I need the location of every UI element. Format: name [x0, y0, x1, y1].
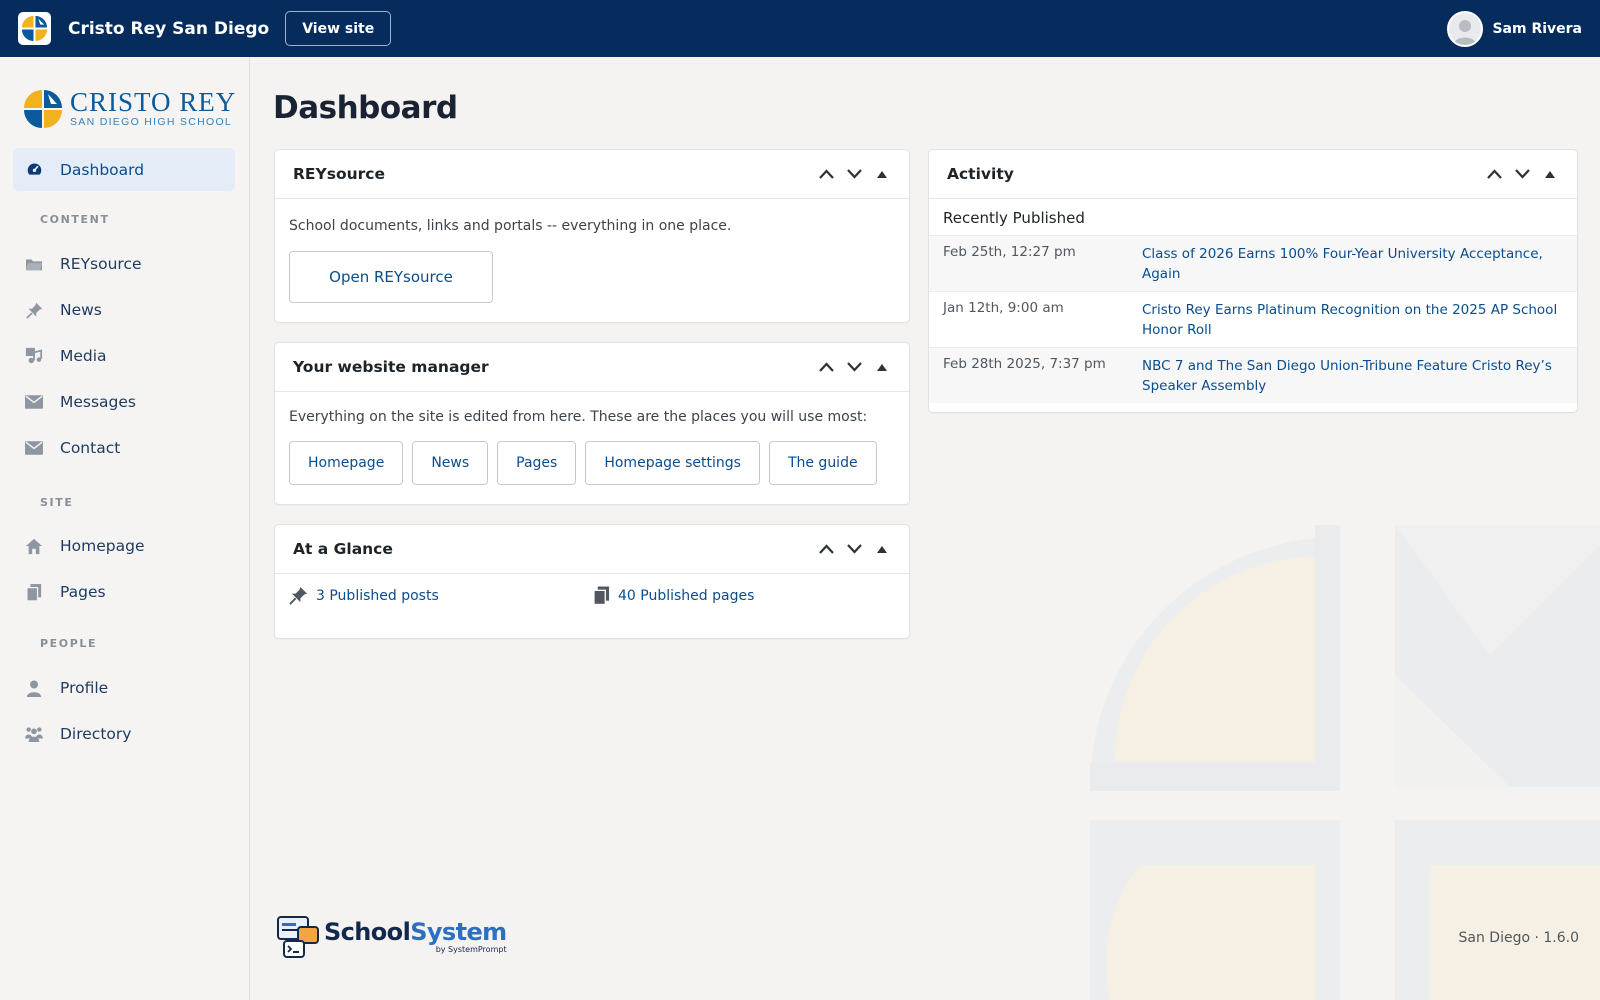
activity-post-link[interactable]: NBC 7 and The San Diego Union-Tribune Fe…: [1142, 356, 1563, 396]
guide-button[interactable]: The guide: [768, 441, 877, 485]
widget-title: Your website manager: [293, 358, 489, 376]
background-watermark: [1090, 525, 1600, 1000]
home-icon: [25, 537, 43, 555]
sidebar-item-label: REYsource: [60, 255, 142, 273]
pages-icon: [25, 583, 43, 601]
brand-subtitle: SAN DIEGO HIGH SCHOOL: [70, 116, 233, 129]
section-label-content: CONTENT: [40, 213, 110, 226]
homepage-settings-button[interactable]: Homepage settings: [585, 441, 760, 485]
move-down-icon[interactable]: [845, 540, 863, 558]
activity-date: Feb 25th, 12:27 pm: [943, 244, 1076, 260]
move-up-icon[interactable]: [817, 540, 835, 558]
media-icon: [25, 347, 43, 365]
group-icon: [25, 725, 43, 743]
activity-post-link[interactable]: Cristo Rey Earns Platinum Recognition on…: [1142, 300, 1563, 340]
sidebar-item-label: News: [60, 301, 102, 319]
sidebar-item-dashboard[interactable]: Dashboard: [13, 148, 235, 191]
pin-icon: [25, 301, 43, 319]
sidebar-item-messages[interactable]: Messages: [13, 383, 235, 421]
school-crest-icon: [24, 89, 62, 128]
published-posts-label: 3 Published posts: [316, 587, 439, 604]
move-down-icon[interactable]: [845, 358, 863, 376]
sidebar-item-pages[interactable]: Pages: [13, 573, 235, 611]
move-up-icon[interactable]: [817, 165, 835, 183]
move-down-icon[interactable]: [845, 165, 863, 183]
collapse-icon[interactable]: [873, 358, 891, 376]
sidebar-item-homepage[interactable]: Homepage: [13, 527, 235, 565]
sidebar-item-label: Profile: [60, 679, 109, 697]
widget-description: Everything on the site is edited from he…: [289, 409, 868, 425]
user-name[interactable]: Sam Rivera: [1492, 21, 1582, 37]
sidebar-item-label: Messages: [60, 393, 137, 411]
page-title: Dashboard: [273, 90, 458, 126]
activity-date: Jan 12th, 9:00 am: [943, 300, 1064, 316]
envelope-icon: [25, 393, 43, 411]
brand-title: CRISTO REY: [70, 87, 237, 118]
news-button[interactable]: News: [412, 441, 489, 485]
table-row: Feb 25th, 12:27 pm Class of 2026 Earns 1…: [929, 235, 1577, 291]
sidebar-item-label: Directory: [60, 725, 132, 743]
pin-icon: [289, 586, 308, 605]
published-pages-link[interactable]: 40 Published pages: [593, 586, 754, 605]
homepage-button[interactable]: Homepage: [289, 441, 404, 485]
app-logo-icon[interactable]: [18, 12, 51, 45]
reysource-widget: REYsource School documents, links and po…: [274, 149, 910, 323]
recently-published-heading: Recently Published: [943, 209, 1085, 227]
published-pages-label: 40 Published pages: [618, 587, 755, 604]
dashboard-icon: [25, 161, 43, 179]
collapse-icon[interactable]: [1541, 165, 1559, 183]
sidebar-item-label: Homepage: [60, 537, 145, 555]
move-down-icon[interactable]: [1513, 165, 1531, 183]
sidebar-item-media[interactable]: Media: [13, 337, 235, 375]
top-bar: Cristo Rey San Diego View site Sam River…: [0, 0, 1600, 57]
table-row: Feb 28th 2025, 7:37 pm NBC 7 and The San…: [929, 347, 1577, 403]
collapse-icon[interactable]: [873, 165, 891, 183]
website-manager-widget: Your website manager Everything on the s…: [274, 342, 910, 505]
sidebar-item-label: Media: [60, 347, 107, 365]
widget-title: At a Glance: [293, 540, 393, 558]
sidebar-item-label: Pages: [60, 583, 106, 601]
widget-title: Activity: [947, 165, 1014, 183]
sidebar-item-directory[interactable]: Directory: [13, 715, 235, 753]
envelope-icon: [25, 439, 43, 457]
pages-icon: [593, 586, 610, 605]
school-logo[interactable]: CRISTO REY SAN DIEGO HIGH SCHOOL: [0, 57, 249, 142]
version-text: San Diego · 1.6.0: [1458, 930, 1580, 946]
activity-post-link[interactable]: Class of 2026 Earns 100% Four-Year Unive…: [1142, 244, 1563, 284]
sidebar-item-label: Dashboard: [60, 160, 145, 179]
user-menu[interactable]: Sam Rivera: [1447, 10, 1582, 47]
move-up-icon[interactable]: [1485, 165, 1503, 183]
sidebar-item-reysource[interactable]: REYsource: [13, 245, 235, 283]
activity-date: Feb 28th 2025, 7:37 pm: [943, 356, 1106, 372]
section-label-site: SITE: [40, 496, 74, 509]
site-name[interactable]: Cristo Rey San Diego: [68, 19, 269, 39]
pages-button[interactable]: Pages: [497, 441, 577, 485]
folder-icon: [25, 255, 43, 273]
collapse-icon[interactable]: [873, 540, 891, 558]
activity-widget: Activity Recently Published Feb 25th, 12…: [928, 149, 1578, 413]
footer-brand: SchoolSystem: [324, 920, 507, 944]
section-label-people: PEOPLE: [40, 637, 98, 650]
sidebar: CRISTO REY SAN DIEGO HIGH SCHOOL Dashboa…: [0, 57, 250, 1000]
person-icon: [25, 679, 43, 697]
sidebar-item-news[interactable]: News: [13, 291, 235, 329]
schoolsystem-logo[interactable]: SchoolSystem by SystemPrompt: [274, 915, 507, 959]
table-row: Jan 12th, 9:00 am Cristo Rey Earns Plati…: [929, 291, 1577, 347]
brand-part-school: School: [324, 918, 411, 946]
widget-description: School documents, links and portals -- e…: [289, 218, 732, 234]
sidebar-item-profile[interactable]: Profile: [13, 669, 235, 707]
widget-title: REYsource: [293, 165, 386, 183]
avatar[interactable]: [1447, 10, 1484, 47]
sidebar-item-label: Contact: [60, 439, 121, 457]
sidebar-item-contact[interactable]: Contact: [13, 429, 235, 467]
footer-by: by SystemPrompt: [435, 945, 507, 954]
at-a-glance-widget: At a Glance 3 Published posts 40 Publish…: [274, 524, 910, 639]
view-site-button[interactable]: View site: [285, 11, 392, 46]
schoolsystem-icon: [277, 916, 319, 958]
published-posts-link[interactable]: 3 Published posts: [289, 586, 593, 605]
move-up-icon[interactable]: [817, 358, 835, 376]
brand-part-system: System: [410, 918, 507, 946]
open-reysource-button[interactable]: Open REYsource: [289, 251, 493, 303]
